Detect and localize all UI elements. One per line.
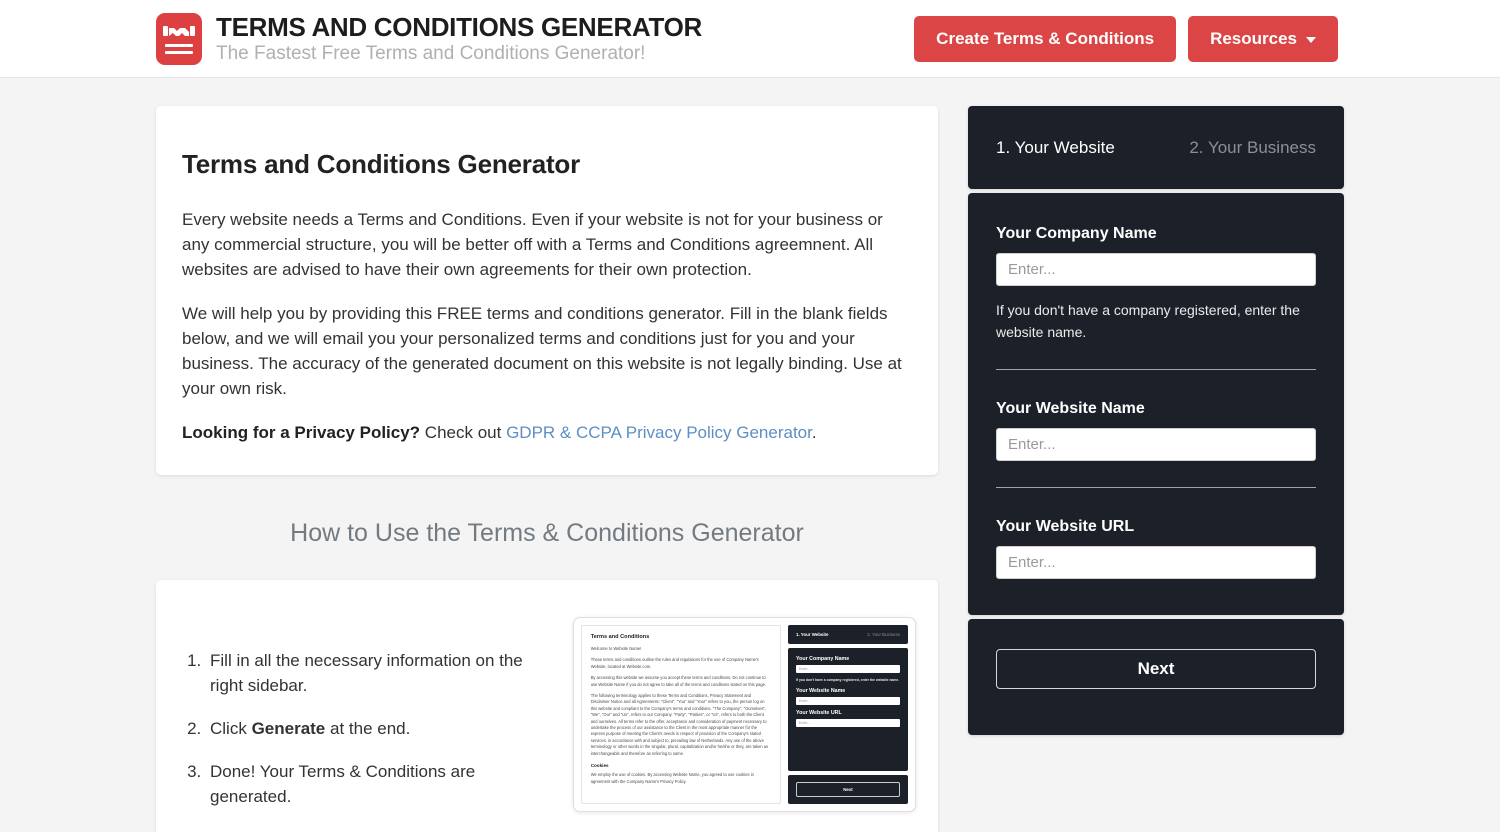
preview-field-input-2: Enter... xyxy=(796,697,900,705)
preview-doc-p3: By accessing this website we assume you … xyxy=(590,675,767,687)
field-website-url: Your Website URL xyxy=(996,518,1316,579)
privacy-callout-period: . xyxy=(811,423,817,442)
brand[interactable]: TERMS AND CONDITIONS GENERATOR The Faste… xyxy=(156,12,702,65)
howto-steps: Fill in all the necessary information on… xyxy=(178,604,555,809)
preview-thumbnail[interactable]: Terms and Conditions Welcome to Website … xyxy=(572,617,916,812)
field-website-name: Your Website Name xyxy=(996,400,1316,461)
preview-field-label-2: Your Website Name xyxy=(796,688,846,694)
howto-title: How to Use the Terms & Conditions Genera… xyxy=(290,519,804,547)
field-divider-2 xyxy=(996,487,1316,488)
brand-title: TERMS AND CONDITIONS GENERATOR xyxy=(216,12,702,42)
create-terms-button[interactable]: Create Terms & Conditions xyxy=(914,15,1177,62)
list-item: Fill in all the necessary information on… xyxy=(206,648,555,698)
company-name-label: Your Company Name xyxy=(996,225,1157,242)
privacy-policy-callout: Looking for a Privacy Policy? Check out … xyxy=(182,420,912,445)
site-header: TERMS AND CONDITIONS GENERATOR The Faste… xyxy=(0,0,1500,78)
howto-step-list: Fill in all the necessary information on… xyxy=(206,648,555,809)
step-text-after: at the end. xyxy=(325,719,411,738)
website-name-input[interactable] xyxy=(996,428,1316,461)
preview-document-pane: Terms and Conditions Welcome to Website … xyxy=(580,625,781,804)
step-text-before: Done! Your Terms & Conditions are genera… xyxy=(210,762,476,806)
logo-line-2 xyxy=(165,50,193,54)
list-item: Click Generate at the end. xyxy=(206,716,555,741)
preview-thumbnail-inner: Terms and Conditions Welcome to Website … xyxy=(580,625,908,804)
preview-field-input-1: Enter... xyxy=(796,665,900,673)
handshake-document-icon xyxy=(156,12,202,65)
website-url-label: Your Website URL xyxy=(996,518,1135,535)
sidebar-footer: Next xyxy=(968,619,1344,735)
privacy-policy-generator-link[interactable]: GDPR & CCPA Privacy Policy Generator xyxy=(506,423,812,442)
howto-card: Fill in all the necessary information on… xyxy=(156,580,938,832)
list-item: Done! Your Terms & Conditions are genera… xyxy=(206,759,555,809)
resources-label: Resources xyxy=(1210,28,1297,48)
step-text-before: Fill in all the necessary information on… xyxy=(210,651,523,695)
preview-field-hint: If you don't have a company registered, … xyxy=(796,678,900,682)
preview-sidebar-form: Your Company Name Enter... If you don't … xyxy=(788,648,908,771)
brand-text: TERMS AND CONDITIONS GENERATOR The Faste… xyxy=(216,14,702,63)
preview-doc-p1: Welcome to Website Name! xyxy=(590,646,642,651)
preview-sidebar-tabs: 1. Your Website 2. Your Business xyxy=(788,625,908,644)
website-url-input[interactable] xyxy=(996,546,1316,579)
preview-field-label-3: Your Website URL xyxy=(796,710,842,716)
next-button[interactable]: Next xyxy=(996,649,1316,689)
website-name-label: Your Website Name xyxy=(996,400,1145,417)
preview-doc-p2: These terms and conditions outline the r… xyxy=(590,657,759,669)
sidebar-tabs: 1. Your Website 2. Your Business xyxy=(968,106,1344,189)
preview-doc-cookies-heading: Cookies xyxy=(590,763,609,769)
main-content-column: Terms and Conditions Generator Every web… xyxy=(156,106,938,832)
intro-card: Terms and Conditions Generator Every web… xyxy=(156,106,938,475)
preview-field-label-1: Your Company Name xyxy=(796,656,850,662)
handshake-glyph xyxy=(163,25,195,36)
field-company-name: Your Company Name If you don't have a co… xyxy=(996,225,1316,343)
preview-next-button: Next xyxy=(796,782,900,797)
brand-tagline: The Fastest Free Terms and Conditions Ge… xyxy=(216,43,646,64)
preview-doc-title: Terms and Conditions xyxy=(590,634,650,640)
chevron-down-icon xyxy=(1306,36,1316,43)
preview-tab-1: 1. Your Website xyxy=(796,632,829,637)
company-name-hint: If you don't have a company registered, … xyxy=(996,302,1300,340)
preview-field-input-3: Enter... xyxy=(796,719,900,727)
page-title: Terms and Conditions Generator xyxy=(182,149,581,179)
preview-tab-2: 2. Your Business xyxy=(867,632,900,637)
privacy-callout-bold: Looking for a Privacy Policy? xyxy=(182,423,421,442)
create-terms-label: Create Terms & Conditions xyxy=(936,28,1155,48)
step-text-bold: Generate xyxy=(251,719,326,738)
header-actions: Create Terms & Conditions Resources xyxy=(914,15,1338,62)
intro-paragraph-2: We will help you by providing this FREE … xyxy=(182,304,902,398)
tab-your-website[interactable]: 1. Your Website xyxy=(996,138,1115,158)
preview-doc-p5: We employ the use of cookies. By accessi… xyxy=(590,772,754,784)
step-text-before: Click xyxy=(210,719,252,738)
preview-sidebar-footer: Next xyxy=(788,775,908,804)
privacy-callout-text: Check out xyxy=(420,423,507,442)
resources-button[interactable]: Resources xyxy=(1188,15,1338,62)
intro-paragraph-1: Every website needs a Terms and Conditio… xyxy=(182,210,883,279)
tab-your-business[interactable]: 2. Your Business xyxy=(1189,138,1316,158)
preview-doc-p4: The following terminology applies to the… xyxy=(590,693,769,756)
company-name-input[interactable] xyxy=(996,253,1316,286)
sidebar-form: Your Company Name If you don't have a co… xyxy=(968,193,1344,615)
logo-line-1 xyxy=(165,43,193,47)
preview-sidebar-pane: 1. Your Website 2. Your Business Your Co… xyxy=(788,625,908,804)
page-body: Terms and Conditions Generator Every web… xyxy=(0,78,1500,832)
field-divider-1 xyxy=(996,369,1316,370)
generator-sidebar: 1. Your Website 2. Your Business Your Co… xyxy=(968,106,1344,735)
